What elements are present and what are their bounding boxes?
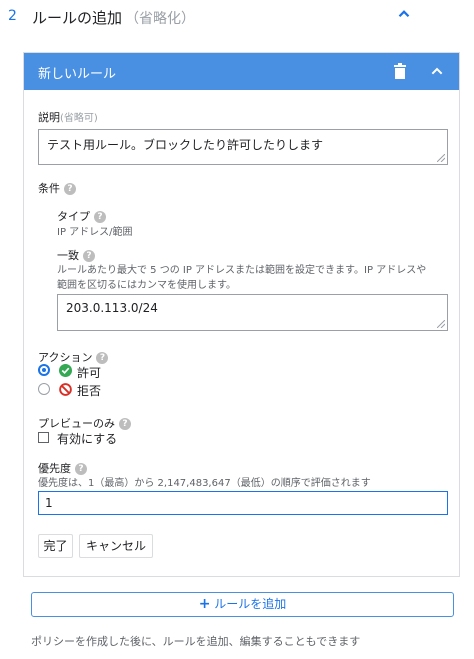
type-value: IP アドレス/範囲 xyxy=(57,227,133,238)
help-icon[interactable]: ? xyxy=(94,211,106,223)
chevron-up-icon[interactable] xyxy=(428,63,446,79)
resize-grip-icon[interactable] xyxy=(437,320,445,328)
preview-checkbox[interactable] xyxy=(38,432,49,443)
preview-label: プレビューのみ? xyxy=(38,415,131,431)
match-help-line2: 範囲を区切るにはカンマを使用します。 xyxy=(57,280,236,291)
description-optional: (省略可) xyxy=(60,113,98,124)
action-label: アクション? xyxy=(38,349,109,365)
priority-help: 優先度は、1（最高）から 2,147,483,647（最低）の順序で評価されます xyxy=(38,478,371,489)
conditions-label: 条件? xyxy=(38,180,76,196)
plus-icon: + xyxy=(198,596,211,612)
rule-card-title: 新しいルール xyxy=(38,67,117,82)
cancel-button[interactable]: キャンセル xyxy=(79,534,153,558)
footer-note: ポリシーを作成した後に、ルールを追加、編集することもできます xyxy=(31,635,361,648)
description-input[interactable]: テスト用ルール。ブロックしたり許可したりします xyxy=(38,129,448,165)
check-circle-icon xyxy=(59,364,72,377)
deny-radio[interactable] xyxy=(38,383,50,395)
add-rule-button[interactable]: + ルールを追加 xyxy=(31,592,454,617)
preview-checkbox-label[interactable]: 有効にする xyxy=(57,430,117,447)
help-icon[interactable]: ? xyxy=(64,183,76,195)
trash-icon[interactable] xyxy=(393,63,407,79)
rule-card-header: 新しいルール xyxy=(24,53,459,90)
block-icon xyxy=(59,383,72,396)
deny-label[interactable]: 拒否 xyxy=(77,382,101,399)
help-icon[interactable]: ? xyxy=(119,418,131,430)
help-icon[interactable]: ? xyxy=(96,352,109,364)
step-optional-label: （省略化） xyxy=(125,11,195,27)
priority-input[interactable]: 1 xyxy=(38,491,448,515)
match-value: 203.0.113.0/24 xyxy=(66,301,158,315)
resize-grip-icon[interactable] xyxy=(437,154,445,162)
done-button[interactable]: 完了 xyxy=(38,534,73,558)
step-number: 2 xyxy=(8,8,17,24)
step-title: ルールの追加 xyxy=(32,9,123,27)
chevron-up-icon[interactable] xyxy=(395,5,413,23)
rule-card: 新しいルール 説明(省略可) テスト用ルール。ブロックしたり許可したりします 条… xyxy=(23,52,460,577)
priority-value: 1 xyxy=(45,496,53,510)
type-label: タイプ? xyxy=(57,208,106,224)
add-rule-label: ルールを追加 xyxy=(214,597,287,611)
description-value: テスト用ルール。ブロックしたり許可したりします xyxy=(47,138,324,152)
allow-radio[interactable] xyxy=(38,364,50,376)
description-label: 説明(省略可) xyxy=(38,111,98,124)
match-help-line1: ルールあたり最大で 5 つの IP アドレスまたは範囲を設定できます。IP アド… xyxy=(57,265,427,276)
allow-label[interactable]: 許可 xyxy=(77,364,101,381)
match-input[interactable]: 203.0.113.0/24 xyxy=(57,294,448,331)
